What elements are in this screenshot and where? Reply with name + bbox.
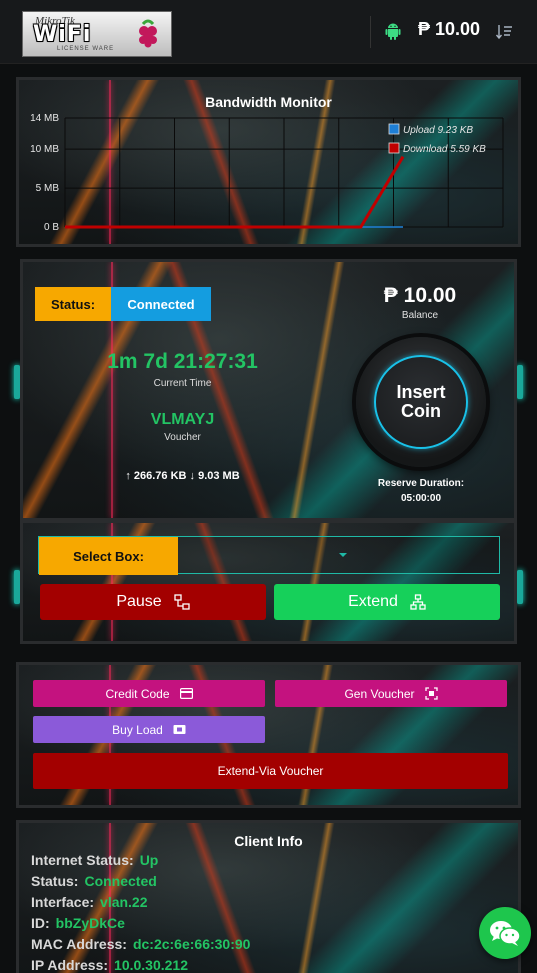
insert-coin-line2: Coin — [401, 401, 441, 421]
logo-brand-big: WiFi — [33, 22, 92, 47]
client-key: Interface: — [31, 894, 95, 910]
buy-load-label: Buy Load — [112, 722, 163, 737]
client-key: IP Address: — [31, 957, 109, 973]
legend-label: Download 5.59 KB — [403, 144, 486, 155]
credit-code-button[interactable]: Credit Code — [33, 680, 265, 707]
network-disconnect-icon — [174, 594, 190, 610]
voucher-label: Voucher — [164, 432, 201, 443]
ticket-icon — [173, 725, 186, 734]
y-tick-label: 5 MB — [36, 183, 60, 194]
logo-tagline: LICENSE WARE — [57, 46, 115, 52]
header-divider — [370, 16, 371, 48]
credit-card-icon — [179, 688, 193, 699]
reserve-duration-label: Reserve Duration: — [377, 478, 465, 489]
client-value: vlan.22 — [100, 894, 148, 910]
client-key: MAC Address: — [31, 936, 127, 952]
client-row-status: Status: Connected — [31, 873, 250, 894]
client-row-interface: Interface: vlan.22 — [31, 894, 250, 915]
sort-menu-icon[interactable] — [495, 23, 513, 41]
pause-button[interactable]: Pause — [40, 584, 266, 620]
legend-swatch — [388, 123, 400, 135]
current-time-label: Current Time — [153, 378, 212, 389]
chevron-down-icon — [339, 553, 347, 557]
client-value: 10.0.30.212 — [114, 957, 188, 973]
client-value: dc:2c:6e:66:30:90 — [132, 936, 251, 952]
header-balance: ₱ 10.00 — [418, 19, 481, 39]
side-tab-right — [517, 365, 523, 399]
traffic-counter: ↑ 266.76 KB ↓ 9.03 MB — [125, 470, 240, 482]
balance-amount: ₱ 10.00 — [383, 284, 457, 307]
select-box-label: Select Box: — [39, 537, 178, 575]
insert-coin-button[interactable]: Insert Coin — [356, 337, 486, 467]
y-tick-label: 0 B — [44, 222, 59, 233]
android-icon[interactable] — [383, 21, 403, 41]
gen-voucher-button[interactable]: Gen Voucher — [275, 680, 507, 707]
client-key: Status: — [31, 873, 79, 889]
chat-button[interactable] — [479, 907, 531, 959]
client-row-internet-status: Internet Status: Up — [31, 852, 250, 873]
client-value: Up — [139, 852, 159, 868]
insert-coin-line1: Insert — [396, 382, 446, 402]
bandwidth-panel: Bandwidth Monitor 14 MB 10 MB 5 MB 0 B Uploa… — [16, 77, 521, 247]
client-info-title: Client Info — [234, 833, 303, 849]
gen-voucher-label: Gen Voucher — [344, 686, 415, 701]
client-row-mac: MAC Address: dc:2c:6e:66:30:90 — [31, 936, 250, 957]
extend-button[interactable]: Extend — [274, 584, 500, 620]
network-tree-icon — [410, 594, 426, 610]
wechat-icon — [490, 921, 521, 946]
insert-coin-label: Insert Coin — [374, 355, 468, 449]
extend-via-voucher-button[interactable]: Extend-Via Voucher — [33, 753, 508, 789]
client-value: bbZyDkCe — [55, 915, 125, 931]
side-tab-right-lower — [517, 570, 523, 604]
buy-load-button[interactable]: Buy Load — [33, 716, 265, 743]
legend-swatch — [388, 142, 400, 154]
legend-label: Upload 9.23 KB — [403, 125, 473, 136]
qr-scan-icon — [424, 687, 438, 700]
extend-via-voucher-label: Extend-Via Voucher — [217, 764, 324, 778]
y-tick-label: 10 MB — [30, 144, 59, 155]
pause-button-label: Pause — [116, 593, 162, 610]
client-row-ip: IP Address: 10.0.30.212 — [31, 957, 250, 973]
current-time-value: 1m 7d 21:27:31 — [107, 350, 258, 373]
app-header: MikroTik WiFi LICENSE WARE ₱ 10.00 — [0, 0, 537, 64]
voucher-value: VLMAYJ — [150, 411, 215, 428]
balance-label: Balance — [401, 310, 439, 321]
credit-code-label: Credit Code — [105, 686, 170, 701]
client-info-list: Internet Status: Up Status: Connected Inte… — [31, 852, 250, 973]
raspberry-icon — [139, 19, 157, 48]
client-key: Internet Status: — [31, 852, 134, 868]
select-box-dropdown[interactable]: Select Box: — [38, 536, 500, 575]
status-label: Status: — [35, 287, 111, 321]
status-box: Status: Connected — [35, 287, 211, 321]
client-key: ID: — [31, 915, 50, 931]
series-line-download — [65, 155, 405, 229]
extend-button-label: Extend — [348, 593, 398, 610]
status-value: Connected — [111, 287, 211, 321]
client-value: Connected — [84, 873, 157, 889]
reserve-duration-value: 05:00:00 — [400, 493, 442, 504]
bandwidth-chart: 14 MB 10 MB 5 MB 0 B Upload 9.23 KB Download … — [30, 113, 504, 233]
y-tick-label: 14 MB — [30, 113, 59, 124]
client-row-id: ID: bbZyDkCe — [31, 915, 250, 936]
brand-logo[interactable]: MikroTik WiFi LICENSE WARE — [22, 11, 172, 57]
